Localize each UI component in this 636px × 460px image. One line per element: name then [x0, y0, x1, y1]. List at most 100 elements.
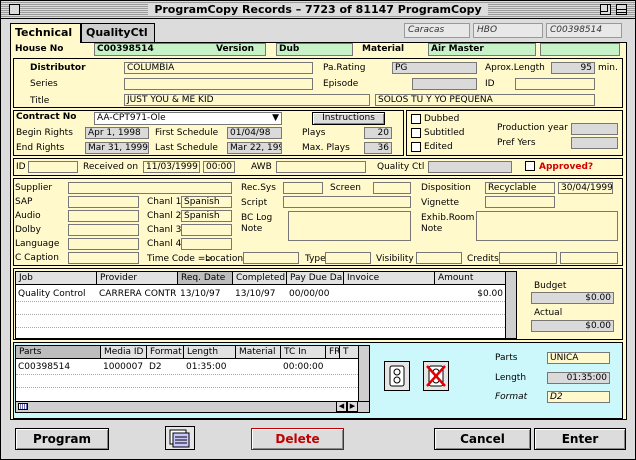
- delete-tape-icon-button[interactable]: [423, 361, 449, 391]
- supplier-field[interactable]: [68, 182, 232, 194]
- actual-field[interactable]: $0.00: [531, 320, 614, 332]
- chanl3-field[interactable]: [181, 224, 232, 236]
- scroll-left-arrow-icon[interactable]: ◀: [336, 401, 347, 412]
- tab-qualityctl[interactable]: QualityCtl: [81, 23, 155, 42]
- pref-yers-field[interactable]: [571, 137, 618, 149]
- jobs-col-req-date[interactable]: Req. Date: [178, 272, 233, 285]
- max-plays-field[interactable]: 36: [364, 142, 392, 154]
- disposition-field[interactable]: Recyclable: [485, 182, 555, 194]
- chanl2-field[interactable]: Spanish: [181, 210, 232, 222]
- jobs-cell-job[interactable]: Quality Control: [16, 288, 97, 300]
- version-field[interactable]: Dub: [276, 43, 353, 56]
- scroll-thumb[interactable]: [18, 403, 28, 410]
- parts-cell-format[interactable]: D2: [147, 361, 184, 373]
- jobs-col-pay-due[interactable]: Pay Due Da: [287, 272, 344, 285]
- database-icon-button[interactable]: [165, 426, 195, 450]
- jobs-col-invoice[interactable]: Invoice: [344, 272, 435, 285]
- visibility-field[interactable]: [416, 252, 462, 264]
- parts-col-fr[interactable]: FR: [326, 346, 340, 359]
- contract-no-dropdown[interactable]: AA-CPT971-Ole ▼: [94, 112, 282, 125]
- approved-checkbox[interactable]: [525, 161, 535, 171]
- credits-extra-field[interactable]: [560, 252, 618, 264]
- bc-log-note-field[interactable]: [288, 211, 411, 241]
- parts-col-t[interactable]: T: [340, 346, 360, 359]
- parts-col-material[interactable]: Material: [236, 346, 281, 359]
- distributor-field[interactable]: COLUMBIA: [124, 62, 313, 74]
- location-field[interactable]: [243, 252, 299, 264]
- material-extra-field[interactable]: [540, 43, 620, 56]
- instructions-button[interactable]: Instructions: [312, 112, 385, 125]
- dubbed-checkbox[interactable]: [411, 114, 421, 124]
- parts-cell-parts[interactable]: C00398514: [16, 361, 101, 373]
- script-field[interactable]: [283, 196, 411, 208]
- parts-cell-length[interactable]: 01:35:00: [184, 361, 236, 373]
- plays-field[interactable]: 20: [364, 127, 392, 139]
- jobs-col-completed[interactable]: Completed: [233, 272, 287, 285]
- parts-cell-media-id[interactable]: 1000007: [101, 361, 147, 373]
- scroll-right-arrow-icon[interactable]: ▶: [347, 401, 358, 412]
- jobs-cell-req-date[interactable]: 13/10/97: [178, 288, 233, 300]
- c-caption-field[interactable]: [68, 252, 139, 264]
- parts-col-format[interactable]: Format: [147, 346, 184, 359]
- parts-col-length[interactable]: Length: [184, 346, 236, 359]
- audio-field[interactable]: [68, 210, 139, 222]
- edited-checkbox[interactable]: [411, 142, 421, 152]
- budget-field[interactable]: $0.00: [531, 292, 614, 304]
- aprox-length-field[interactable]: 95: [551, 62, 595, 74]
- parts-cell-material[interactable]: [236, 361, 281, 373]
- parts-horizontal-scrollbar[interactable]: ◀ ▶: [16, 401, 369, 412]
- awb-field[interactable]: [276, 161, 366, 173]
- first-schedule-field[interactable]: 01/04/98: [227, 127, 282, 139]
- dolby-field[interactable]: [68, 224, 139, 236]
- title-field[interactable]: JUST YOU & ME KID: [124, 94, 370, 106]
- sap-field[interactable]: [68, 196, 139, 208]
- jobs-col-amount[interactable]: Amount: [435, 272, 506, 285]
- parts-cell-tc-in[interactable]: 00:00:00: [281, 361, 326, 373]
- exhib-note-field[interactable]: [476, 211, 618, 241]
- jobs-col-provider[interactable]: Provider: [97, 272, 178, 285]
- end-rights-field[interactable]: Mar 31, 1999: [85, 142, 149, 154]
- program-button[interactable]: Program: [15, 428, 109, 450]
- receive-id-field[interactable]: [28, 161, 78, 173]
- parts-col-media-id[interactable]: Media ID: [101, 346, 147, 359]
- received-time-field[interactable]: 00:00: [203, 161, 235, 173]
- zoom-box-icon[interactable]: [600, 4, 611, 15]
- id-field[interactable]: [515, 78, 595, 90]
- material-field[interactable]: Air Master: [428, 43, 536, 56]
- tab-technical[interactable]: Technical: [10, 23, 81, 43]
- cancel-button[interactable]: Cancel: [434, 428, 531, 450]
- jobs-scrollbar[interactable]: [505, 272, 516, 338]
- enter-button[interactable]: Enter: [534, 428, 626, 450]
- screen-field[interactable]: [373, 182, 411, 194]
- vignette-field[interactable]: [485, 196, 555, 208]
- format-field[interactable]: D2: [547, 391, 610, 403]
- parts-col-parts[interactable]: Parts: [16, 346, 101, 359]
- type-field[interactable]: [325, 252, 371, 264]
- received-date-field[interactable]: 11/03/1999: [143, 161, 200, 173]
- production-year-field[interactable]: [571, 123, 618, 135]
- jobs-cell-invoice[interactable]: [344, 288, 435, 300]
- last-schedule-field[interactable]: Mar 22, 1999: [227, 142, 282, 154]
- jobs-cell-completed[interactable]: 13/10/97: [233, 288, 287, 300]
- chanl1-field[interactable]: Spanish: [181, 196, 232, 208]
- subtitled-checkbox[interactable]: [411, 128, 421, 138]
- language-field[interactable]: [68, 238, 139, 250]
- parts-vertical-scrollbar[interactable]: [358, 346, 369, 401]
- local-title-field[interactable]: SOLOS TU Y YO PEQUEÑA: [375, 94, 595, 106]
- jobs-col-job[interactable]: Job: [16, 272, 97, 285]
- jobs-table[interactable]: Job Provider Req. Date Completed Pay Due…: [15, 271, 517, 339]
- collapse-box-icon[interactable]: [616, 4, 627, 15]
- pa-rating-field[interactable]: PG: [392, 62, 477, 74]
- chanl4-field[interactable]: [181, 238, 232, 250]
- jobs-cell-amount[interactable]: $0.00: [435, 288, 503, 300]
- rec-sys-field[interactable]: [283, 182, 323, 194]
- quality-ctl-field[interactable]: [428, 161, 512, 173]
- parts-field[interactable]: UNICA: [547, 352, 610, 364]
- title-bar[interactable]: ProgramCopy Records – 7723 of 81147 Prog…: [1, 1, 635, 19]
- jobs-cell-provider[interactable]: CARRERA CONTR: [97, 288, 178, 300]
- series-field[interactable]: [124, 78, 313, 90]
- parts-table[interactable]: Parts Media ID Format Length Material T C…: [15, 345, 370, 413]
- delete-button[interactable]: Delete: [251, 428, 344, 450]
- credits-field[interactable]: [499, 252, 557, 264]
- jobs-cell-pay-due[interactable]: 00/00/00: [287, 288, 344, 300]
